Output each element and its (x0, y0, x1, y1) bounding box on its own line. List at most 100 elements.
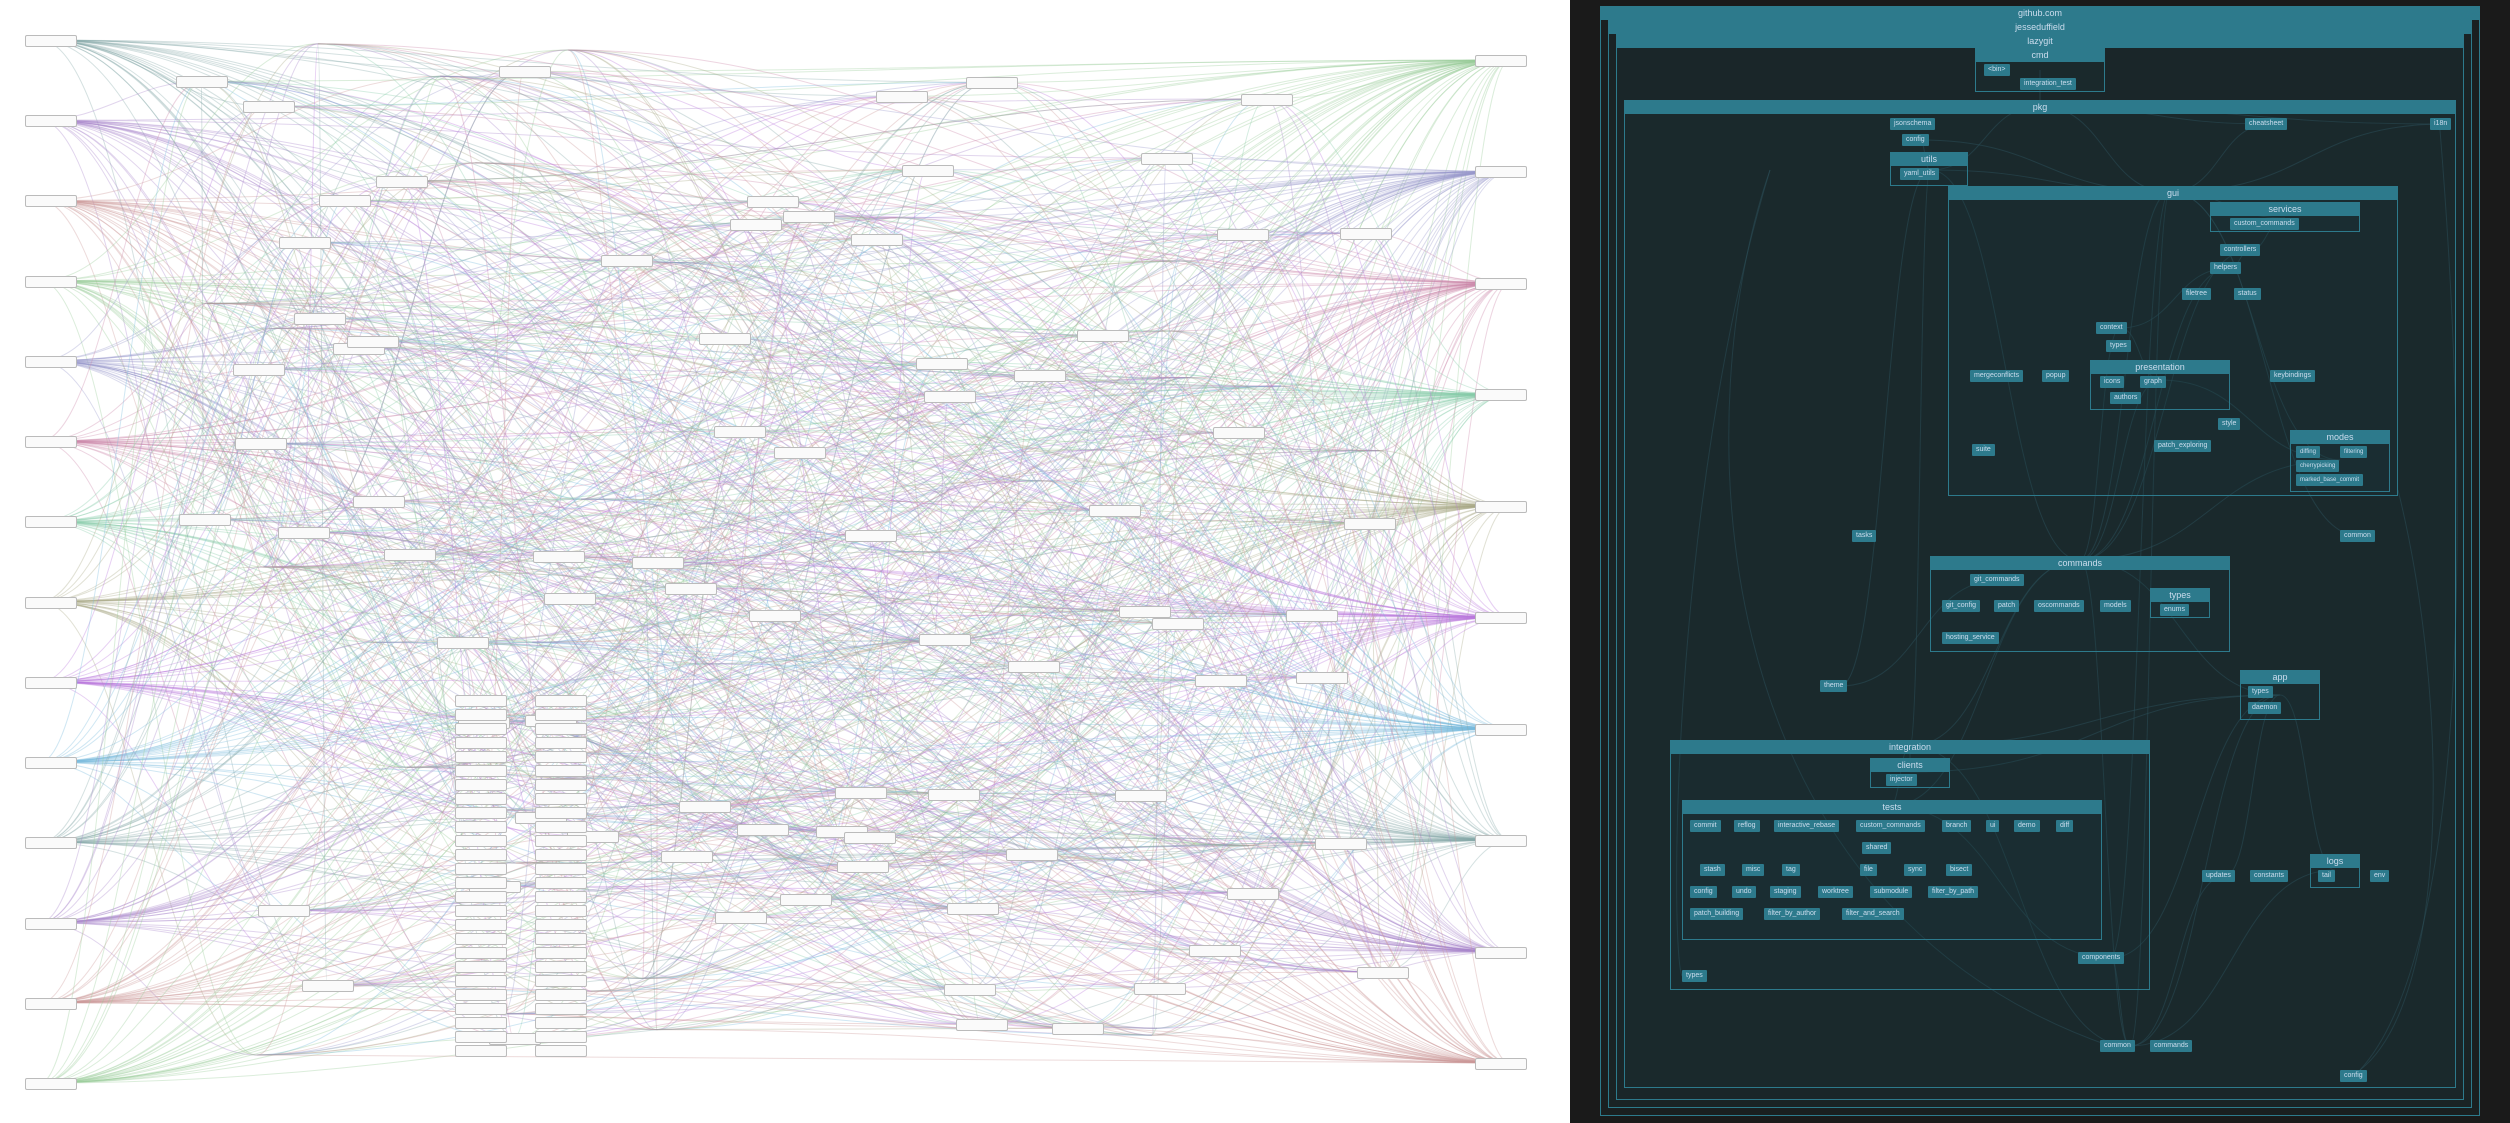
light-node (535, 933, 587, 945)
light-node (535, 793, 587, 805)
light-node (455, 1031, 507, 1043)
leaf-t-patchbuild: patch_building (1690, 908, 1743, 920)
light-node (783, 211, 835, 223)
light-node (661, 851, 713, 863)
light-node (533, 551, 585, 563)
light-node (947, 903, 999, 915)
light-node (535, 751, 587, 763)
leaf-t-diff: diff (2056, 820, 2073, 832)
leaf-t-reflog: reflog (1734, 820, 1760, 832)
light-node (25, 356, 77, 368)
light-node (535, 709, 587, 721)
leaf-t-misc: misc (1742, 864, 1764, 876)
light-node (1340, 228, 1392, 240)
light-node (1475, 724, 1527, 736)
light-node (353, 496, 405, 508)
light-node (544, 593, 596, 605)
leaf-popup: popup (2042, 370, 2069, 382)
light-node (25, 677, 77, 689)
hdr-tests: tests (1683, 801, 2101, 814)
light-node (1475, 947, 1527, 959)
light-node (455, 905, 507, 917)
leaf-t-customcmd: custom_commands (1856, 820, 1925, 832)
package-hierarchy-dark: github.com jesseduffield lazygit cmd <bi… (1570, 0, 2510, 1123)
leaf-controllers: controllers (2220, 244, 2260, 256)
light-node (1475, 612, 1527, 624)
light-node (535, 919, 587, 931)
leaf-patch: patch (1994, 600, 2019, 612)
light-node (1006, 849, 1058, 861)
leaf-daemon: daemon (2248, 702, 2281, 714)
light-node (25, 918, 77, 930)
light-node (455, 989, 507, 1001)
leaf-t-config: config (1690, 886, 1717, 898)
light-node (243, 101, 295, 113)
leaf-filtering: filtering (2340, 446, 2367, 458)
light-node (1052, 1023, 1104, 1035)
light-node (601, 255, 653, 267)
light-node (535, 695, 587, 707)
light-node (851, 234, 903, 246)
light-node (455, 779, 507, 791)
light-node (25, 516, 77, 528)
leaf-git-config: git_config (1942, 600, 1980, 612)
light-node (437, 637, 489, 649)
light-node (455, 961, 507, 973)
leaf-mergeconflicts: mergeconflicts (1970, 370, 2023, 382)
light-node (455, 1017, 507, 1029)
leaf-t-ui: ui (1986, 820, 1999, 832)
hdr-github-com: github.com (1601, 7, 2479, 20)
light-node (535, 849, 587, 861)
leaf-enums: enums (2160, 604, 2189, 616)
leaf-t-bisect: bisect (1946, 864, 1972, 876)
light-node (714, 426, 766, 438)
leaf-marked-base-commit: marked_base_commit (2296, 474, 2363, 486)
light-node (1014, 370, 1066, 382)
light-node (1227, 888, 1279, 900)
light-node (774, 447, 826, 459)
leaf-config-bottom: config (2340, 1070, 2367, 1082)
light-node (924, 391, 976, 403)
leaf-keybindings: keybindings (2270, 370, 2315, 382)
hdr-gui: gui (1949, 187, 2397, 200)
leaf-diffing: diffing (2296, 446, 2320, 458)
light-node (258, 905, 310, 917)
light-node (1475, 166, 1527, 178)
light-node (347, 336, 399, 348)
light-node (455, 919, 507, 931)
light-node (25, 35, 77, 47)
hdr-app: app (2241, 671, 2319, 684)
light-node (1213, 427, 1265, 439)
light-node (1296, 672, 1348, 684)
leaf-snake: common (2340, 530, 2375, 542)
light-node (956, 1019, 1008, 1031)
light-node (179, 514, 231, 526)
leaf-app-types: types (2248, 686, 2273, 698)
light-node (844, 832, 896, 844)
light-node (715, 912, 767, 924)
light-node (535, 807, 587, 819)
leaf-hosting-service: hosting_service (1942, 632, 1999, 644)
leaf-patch-exploring: patch_exploring (2154, 440, 2211, 452)
light-node (1134, 983, 1186, 995)
leaf-cherrypicking: cherrypicking (2296, 460, 2339, 472)
light-node (835, 787, 887, 799)
light-node (780, 894, 832, 906)
light-node (455, 933, 507, 945)
leaf-t-intrebase: interactive_rebase (1774, 820, 1839, 832)
light-node (1189, 945, 1241, 957)
leaf-theme: theme (1820, 680, 1847, 692)
leaf-style: style (2218, 418, 2240, 430)
hdr-presentation: presentation (2091, 361, 2229, 374)
leaf-t-staging: staging (1770, 886, 1801, 898)
leaf-tail: tail (2318, 870, 2335, 882)
light-node (25, 115, 77, 127)
leaf-t-demo: demo (2014, 820, 2040, 832)
leaf-t-branch: branch (1942, 820, 1971, 832)
light-node (455, 821, 507, 833)
light-node (25, 195, 77, 207)
leaf-t-undo: undo (1732, 886, 1756, 898)
light-node (1475, 389, 1527, 401)
light-node (845, 530, 897, 542)
hdr-modes: modes (2291, 431, 2389, 444)
